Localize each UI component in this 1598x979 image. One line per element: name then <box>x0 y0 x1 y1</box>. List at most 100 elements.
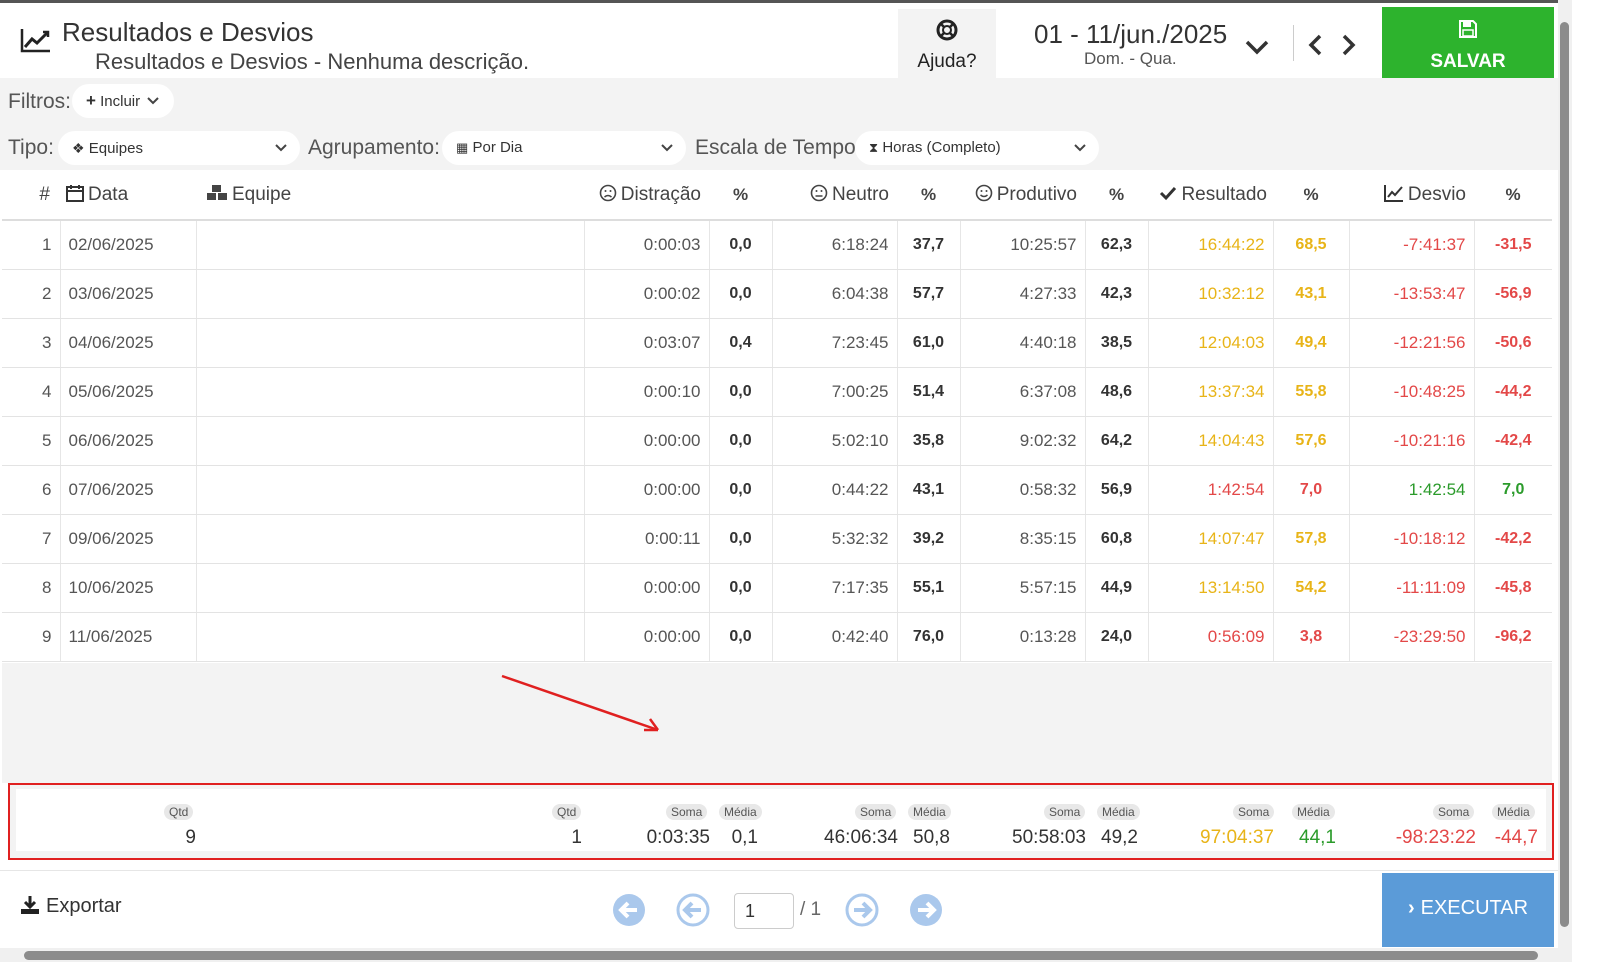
date-range[interactable]: 01 - 11/jun./2025 <box>1034 19 1227 50</box>
summary-distracao-soma-tag: Soma <box>666 804 708 820</box>
summary-produtivo-soma-tag: Soma <box>1044 804 1086 820</box>
table-row[interactable]: 6 07/06/2025 0:00:00 0,0 0:44:22 43,1 0:58:32 5… <box>2 465 1552 515</box>
col-header-produtivo[interactable]: Produtivo <box>960 170 1085 221</box>
col-header-data[interactable]: Data <box>60 170 196 221</box>
cell-neutro-pct: 35,8 <box>897 416 961 466</box>
cell-distracao: 0:00:00 <box>584 612 710 662</box>
export-button[interactable]: Exportar <box>20 895 122 918</box>
table-row[interactable]: 8 10/06/2025 0:00:00 0,0 7:17:35 55,1 5:57:15 4… <box>2 563 1552 613</box>
filtros-label: Filtros: <box>8 90 71 113</box>
cell-data: 02/06/2025 <box>60 220 197 270</box>
first-page-icon[interactable] <box>612 893 646 927</box>
summary-resultado-media: 44,1 <box>1299 827 1336 848</box>
cell-desvio: -12:21:56 <box>1349 318 1475 368</box>
table-row[interactable]: 4 05/06/2025 0:00:10 0,0 7:00:25 51,4 6:37:08 4… <box>2 367 1552 417</box>
col-header-desvio[interactable]: Desvio <box>1349 170 1474 221</box>
horizontal-scrollbar-thumb[interactable] <box>24 951 1538 960</box>
col-header-neutro-pct[interactable]: % <box>897 170 960 221</box>
col-header-produtivo-pct[interactable]: % <box>1085 170 1148 221</box>
col-header-resultado[interactable]: Resultado <box>1148 170 1273 221</box>
cell-desvio-pct: -44,2 <box>1474 367 1552 417</box>
cell-distracao-pct: 0,0 <box>709 416 773 466</box>
cell-neutro: 6:18:24 <box>772 220 898 270</box>
col-header-equipe[interactable]: Equipe <box>196 170 584 221</box>
cell-neutro-pct: 61,0 <box>897 318 961 368</box>
cell-data: 07/06/2025 <box>60 465 197 515</box>
bottom-padding <box>0 962 1598 979</box>
cell-desvio-pct: -45,8 <box>1474 563 1552 613</box>
cell-resultado: 0:56:09 <box>1148 612 1274 662</box>
summary-produtivo-media-tag: Média <box>1097 804 1140 820</box>
cell-desvio-pct: -56,9 <box>1474 269 1552 319</box>
cell-desvio-pct: -31,5 <box>1474 220 1552 270</box>
help-button[interactable]: Ajuda? <box>898 9 996 79</box>
col-header-desvio-label: Desvio <box>1407 183 1466 205</box>
cell-resultado: 10:32:12 <box>1148 269 1274 319</box>
page-number-input[interactable]: 1 <box>734 893 794 929</box>
cell-neutro: 0:44:22 <box>772 465 898 515</box>
tipo-value: Equipes <box>88 140 143 157</box>
col-header-distracao[interactable]: Distração <box>584 170 709 221</box>
cell-neutro: 5:02:10 <box>772 416 898 466</box>
table-row[interactable]: 7 09/06/2025 0:00:11 0,0 5:32:32 39,2 8:35:15 6… <box>2 514 1552 564</box>
col-header-desvio-pct[interactable]: % <box>1474 170 1552 221</box>
cell-resultado: 13:14:50 <box>1148 563 1274 613</box>
summary-desvio-soma-tag: Soma <box>1433 804 1475 820</box>
cell-desvio-pct: -50,6 <box>1474 318 1552 368</box>
col-header-distracao-pct[interactable]: % <box>709 170 772 221</box>
cell-index: 7 <box>2 514 61 564</box>
table-row[interactable]: 2 03/06/2025 0:00:02 0,0 6:04:38 57,7 4:27:33 4… <box>2 269 1552 319</box>
cell-neutro-pct: 39,2 <box>897 514 961 564</box>
agrupamento-label: Agrupamento: <box>308 136 440 159</box>
cell-equipe <box>196 318 585 368</box>
next-page-icon[interactable] <box>845 893 879 927</box>
last-page-icon[interactable] <box>909 893 943 927</box>
cell-neutro-pct: 37,7 <box>897 220 961 270</box>
agrupamento-select[interactable]: ▦ Por Dia <box>442 131 686 165</box>
cell-equipe <box>196 563 585 613</box>
cell-desvio: -10:18:12 <box>1349 514 1475 564</box>
cell-neutro: 5:32:32 <box>772 514 898 564</box>
cell-produtivo-pct: 56,9 <box>1085 465 1149 515</box>
help-label: Ajuda? <box>917 51 977 72</box>
hourglass-icon: ⧗ <box>869 140 879 155</box>
cell-neutro-pct: 43,1 <box>897 465 961 515</box>
save-label: SALVAR <box>1430 51 1506 72</box>
chevron-right-icon[interactable] <box>1340 33 1358 57</box>
check-icon <box>1160 186 1177 200</box>
cell-resultado-pct: 7,0 <box>1273 465 1350 515</box>
col-header-neutro[interactable]: Neutro <box>772 170 897 221</box>
neutral-face-icon <box>810 184 828 201</box>
summary-highlight-box: Qtd 9 Qtd 1 Soma 0:03:35 Média 0,1 Soma … <box>8 783 1554 860</box>
summary-resultado-media-tag: Média <box>1292 804 1335 820</box>
table-row[interactable]: 1 02/06/2025 0:00:03 0,0 6:18:24 37,7 10:25:57… <box>2 220 1552 270</box>
save-button[interactable]: SALVAR <box>1382 7 1554 81</box>
cell-distracao-pct: 0,0 <box>709 514 773 564</box>
floppy-disk-icon <box>1459 20 1477 38</box>
chevron-down-icon[interactable] <box>1244 39 1270 55</box>
include-filter-button[interactable]: + Incluir <box>72 84 174 118</box>
cell-produtivo: 4:27:33 <box>960 269 1086 319</box>
cubes-icon: ❖ <box>72 140 85 156</box>
cell-index: 4 <box>2 367 61 417</box>
results-table: # Data Equipe Distração % Neutro % Produ… <box>2 170 1552 662</box>
col-header-index[interactable]: # <box>2 170 60 221</box>
execute-button[interactable]: › EXECUTAR <box>1382 873 1554 947</box>
cell-resultado: 14:07:47 <box>1148 514 1274 564</box>
escala-select[interactable]: ⧗ Horas (Completo) <box>855 131 1099 165</box>
table-row[interactable]: 3 04/06/2025 0:03:07 0,4 7:23:45 61,0 4:40:18 3… <box>2 318 1552 368</box>
calendar-icon: ▦ <box>456 140 469 155</box>
export-label: Exportar <box>46 895 122 917</box>
cell-desvio-pct: -96,2 <box>1474 612 1552 662</box>
table-row[interactable]: 9 11/06/2025 0:00:00 0,0 0:42:40 76,0 0:13:28 2… <box>2 612 1552 662</box>
cubes-icon <box>207 184 227 200</box>
summary-neutro-media-tag: Média <box>908 804 951 820</box>
previous-page-icon[interactable] <box>676 893 710 927</box>
col-header-resultado-pct[interactable]: % <box>1273 170 1349 221</box>
table-row[interactable]: 5 06/06/2025 0:00:00 0,0 5:02:10 35,8 9:02:32 6… <box>2 416 1552 466</box>
execute-label: EXECUTAR <box>1420 897 1529 919</box>
vertical-scrollbar-thumb[interactable] <box>1560 22 1569 927</box>
tipo-select[interactable]: ❖ Equipes <box>58 131 300 165</box>
chevron-left-icon[interactable] <box>1306 33 1324 57</box>
cell-index: 2 <box>2 269 61 319</box>
